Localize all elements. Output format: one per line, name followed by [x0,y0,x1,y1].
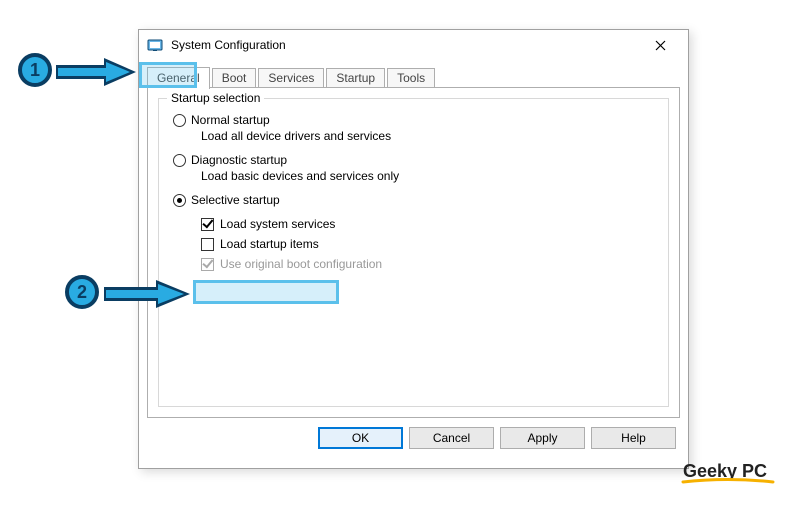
msconfig-icon [147,37,163,53]
checkbox-icon [201,218,214,231]
diagnostic-desc: Load basic devices and services only [201,169,654,183]
dialog-button-row: OK Cancel Apply Help [139,427,688,461]
checkbox-icon [201,238,214,251]
annotation-arrow-2 [102,278,192,310]
tab-general[interactable]: General [147,67,210,89]
radio-label: Normal startup [191,113,270,127]
radio-selective-startup[interactable]: Selective startup [173,193,654,207]
radio-diagnostic-startup[interactable]: Diagnostic startup [173,153,654,167]
checkbox-label: Load startup items [220,237,319,251]
window-title: System Configuration [171,38,286,52]
cancel-button[interactable]: Cancel [409,427,494,449]
ok-button[interactable]: OK [318,427,403,449]
close-button[interactable] [640,31,680,59]
titlebar: System Configuration [139,30,688,60]
checkbox-load-system-services[interactable]: Load system services [201,217,654,231]
radio-icon [173,154,186,167]
startup-selection-group: Startup selection Normal startup Load al… [158,98,669,407]
annotation-step-1: 1 [18,53,52,87]
watermark: Geeky PC [683,461,767,482]
radio-normal-startup[interactable]: Normal startup [173,113,654,127]
radio-label: Selective startup [191,193,280,207]
group-label: Startup selection [167,91,264,105]
help-button[interactable]: Help [591,427,676,449]
radio-icon [173,194,186,207]
radio-icon [173,114,186,127]
normal-desc: Load all device drivers and services [201,129,654,143]
tab-panel-general: Startup selection Normal startup Load al… [147,87,680,418]
tab-strip: General Boot Services Startup Tools [139,60,688,88]
apply-button[interactable]: Apply [500,427,585,449]
radio-label: Diagnostic startup [191,153,287,167]
checkbox-use-original-boot: Use original boot configuration [201,257,654,271]
checkbox-load-startup-items[interactable]: Load startup items [201,237,654,251]
checkbox-label: Use original boot configuration [220,257,382,271]
checkbox-label: Load system services [220,217,335,231]
system-configuration-dialog: System Configuration General Boot Servic… [138,29,689,469]
annotation-step-2: 2 [65,275,99,309]
annotation-arrow-1 [54,56,138,88]
checkbox-icon [201,258,214,271]
